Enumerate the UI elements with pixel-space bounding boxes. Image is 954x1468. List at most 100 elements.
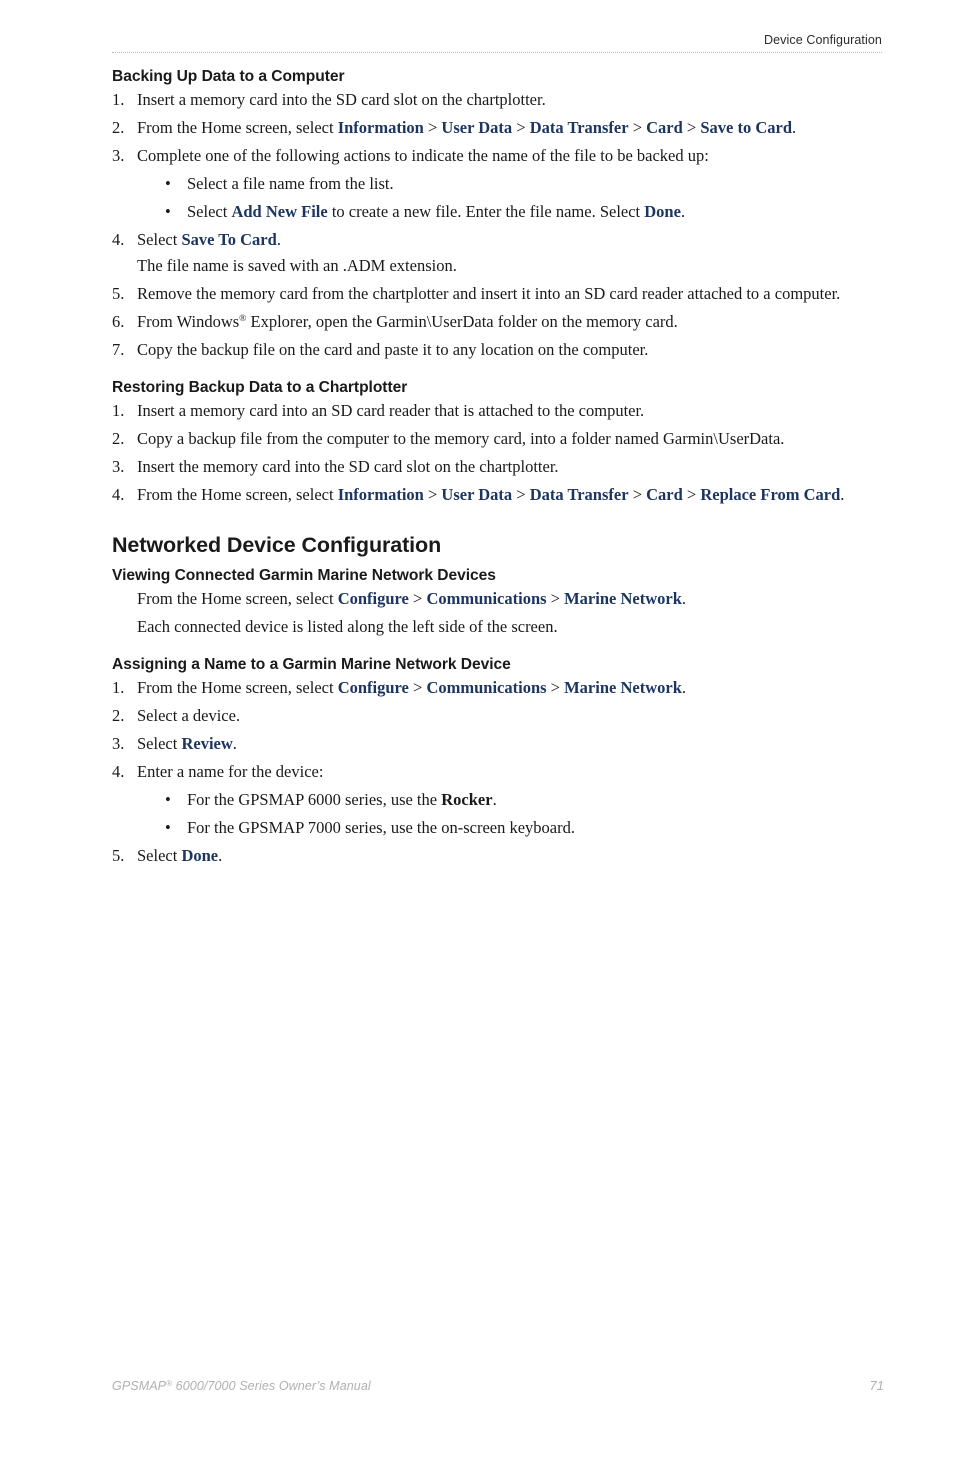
body-text: . <box>840 485 845 504</box>
step-number: 7. <box>112 340 125 359</box>
numbered-step: 2. Copy a backup file from the computer t… <box>112 428 884 450</box>
running-header: Device Configuration <box>112 32 882 56</box>
step-text: Copy a backup file from the computer to … <box>137 429 784 448</box>
ui-term: Card <box>646 485 683 504</box>
body-text: Enter a name for the device: <box>137 762 324 781</box>
subsection-assigning-name: Assigning a Name to a Garmin Marine Netw… <box>112 654 884 867</box>
step-text: From the Home screen, select Information… <box>137 485 844 504</box>
bullet-text: Select a file name from the list. <box>187 174 394 193</box>
numbered-step: 3. Insert the memory card into the SD car… <box>112 456 884 478</box>
subsection-viewing-devices: Viewing Connected Garmin Marine Network … <box>112 565 884 638</box>
numbered-step: 2. Select a device. <box>112 705 884 727</box>
menu-path-separator: > <box>512 118 530 137</box>
step-number: 5. <box>112 284 125 303</box>
steps-assigning-name: 1. From the Home screen, select Configure… <box>112 677 884 867</box>
footer-manual-title: GPSMAP® 6000/7000 Series Owner’s Manual <box>112 1379 371 1393</box>
body-text: Insert the memory card into the SD card … <box>137 457 559 476</box>
step-number: 2. <box>112 118 125 137</box>
ui-term: Card <box>646 118 683 137</box>
body-text: From Windows <box>137 312 240 331</box>
body-text: For the GPSMAP 7000 series, use the on-s… <box>187 818 575 837</box>
heading-networked-device-configuration: Networked Device Configuration <box>112 533 442 557</box>
menu-path-separator: > <box>546 589 565 608</box>
step-number: 5. <box>112 846 125 865</box>
body-text: to create a new file. Enter the file nam… <box>327 202 645 221</box>
body-text: . <box>232 734 237 753</box>
body-text: Copy a backup file from the computer to … <box>137 429 785 448</box>
numbered-step: 2. From the Home screen, select Informati… <box>112 117 884 139</box>
step-text: Insert the memory card into the SD card … <box>137 457 559 476</box>
bullet-item: • For the GPSMAP 7000 series, use the on-… <box>137 817 884 839</box>
step-number: 6. <box>112 312 125 331</box>
bullet-dot-icon: • <box>165 174 171 193</box>
body-text: . <box>218 846 223 865</box>
menu-path-separator: > <box>682 485 701 504</box>
body-text: . <box>276 230 281 249</box>
section-backing-up: Backing Up Data to a Computer 1. Insert a… <box>112 66 884 361</box>
step-number: 3. <box>112 457 125 476</box>
step-number: 4. <box>112 762 125 781</box>
numbered-step: 7. Copy the backup file on the card and p… <box>112 339 884 361</box>
ui-term: Save To Card <box>181 230 277 249</box>
step-number: 1. <box>112 401 125 420</box>
steps-backing-up: 1. Insert a memory card into the SD card … <box>112 89 884 361</box>
body-text: Select <box>137 734 182 753</box>
body-text: Insert a memory card into the SD card sl… <box>137 90 546 109</box>
chapter-networked-device-configuration: Networked Device Configuration Viewing C… <box>112 531 884 867</box>
numbered-step: 5. Remove the memory card from the chartp… <box>112 283 884 305</box>
body-text: From the Home screen, select <box>137 678 338 697</box>
step-text: Select Save To Card. <box>137 230 281 249</box>
menu-path-separator: > <box>408 678 427 697</box>
body-text: . <box>492 790 497 809</box>
step-text: Complete one of the following actions to… <box>137 146 709 165</box>
header-chapter-title: Device Configuration <box>763 33 882 47</box>
bullet-dot-icon: • <box>165 818 171 837</box>
step-text: Insert a memory card into an SD card rea… <box>137 401 644 420</box>
step-number: 2. <box>112 706 125 725</box>
menu-path-separator: > <box>512 485 530 504</box>
heading-assigning-name: Assigning a Name to a Garmin Marine Netw… <box>112 656 511 673</box>
step-text: Select Done. <box>137 846 222 865</box>
heading-viewing-devices: Viewing Connected Garmin Marine Network … <box>112 567 496 584</box>
ui-term: Communications <box>426 678 547 697</box>
ui-term: Data Transfer <box>529 118 629 137</box>
step-text: Select a device. <box>137 706 240 725</box>
ui-term: Communications <box>426 589 547 608</box>
paragraphs-viewing-devices: From the Home screen, select Configure >… <box>112 588 884 638</box>
page-footer: GPSMAP® 6000/7000 Series Owner’s Manual … <box>112 1378 884 1398</box>
bullet-item: • Select a file name from the list. <box>137 173 884 195</box>
body-text: . <box>680 202 686 221</box>
ui-term: User Data <box>441 118 513 137</box>
step-number: 2. <box>112 429 125 448</box>
body-text: Select <box>187 202 232 221</box>
step-text: Remove the memory card from the chartplo… <box>137 284 840 303</box>
body-text: Select a device. <box>137 706 241 725</box>
hardware-key-term: Rocker <box>441 790 493 809</box>
indented-paragraph: Each connected device is listed along th… <box>112 616 884 638</box>
step-continuation-text: The file name is saved with an .ADM exte… <box>137 255 884 277</box>
step-text: From Windows® Explorer, open the Garmin\… <box>137 312 678 331</box>
numbered-step: 1. From the Home screen, select Configure… <box>112 677 884 699</box>
ui-term: Information <box>337 118 424 137</box>
ui-term: Configure <box>337 589 409 608</box>
step-text: Copy the backup file on the card and pas… <box>137 340 648 359</box>
step-text: Insert a memory card into the SD card sl… <box>137 90 546 109</box>
numbered-step: 6. From Windows® Explorer, open the Garmi… <box>112 311 884 333</box>
heading-backing-up: Backing Up Data to a Computer <box>112 68 345 85</box>
step-number: 4. <box>112 230 125 249</box>
ui-term: Add New File <box>231 202 328 221</box>
bullet-dot-icon: • <box>165 202 171 221</box>
numbered-step: 3. Complete one of the following actions … <box>112 145 884 223</box>
numbered-step: 3. Select Review. <box>112 733 884 755</box>
menu-path-separator: > <box>628 118 647 137</box>
ui-term: Marine Network <box>564 589 682 608</box>
menu-path-separator: > <box>682 118 701 137</box>
bullet-dot-icon: • <box>165 790 171 809</box>
body-text: From the Home screen, select <box>137 118 338 137</box>
manual-page: Device Configuration Backing Up Data to … <box>0 0 954 1468</box>
ui-term: User Data <box>441 485 513 504</box>
ui-term: Marine Network <box>564 678 682 697</box>
body-text: Select <box>137 846 182 865</box>
page-content: Backing Up Data to a Computer 1. Insert a… <box>112 66 884 867</box>
body-text: Each connected device is listed along th… <box>137 617 558 636</box>
